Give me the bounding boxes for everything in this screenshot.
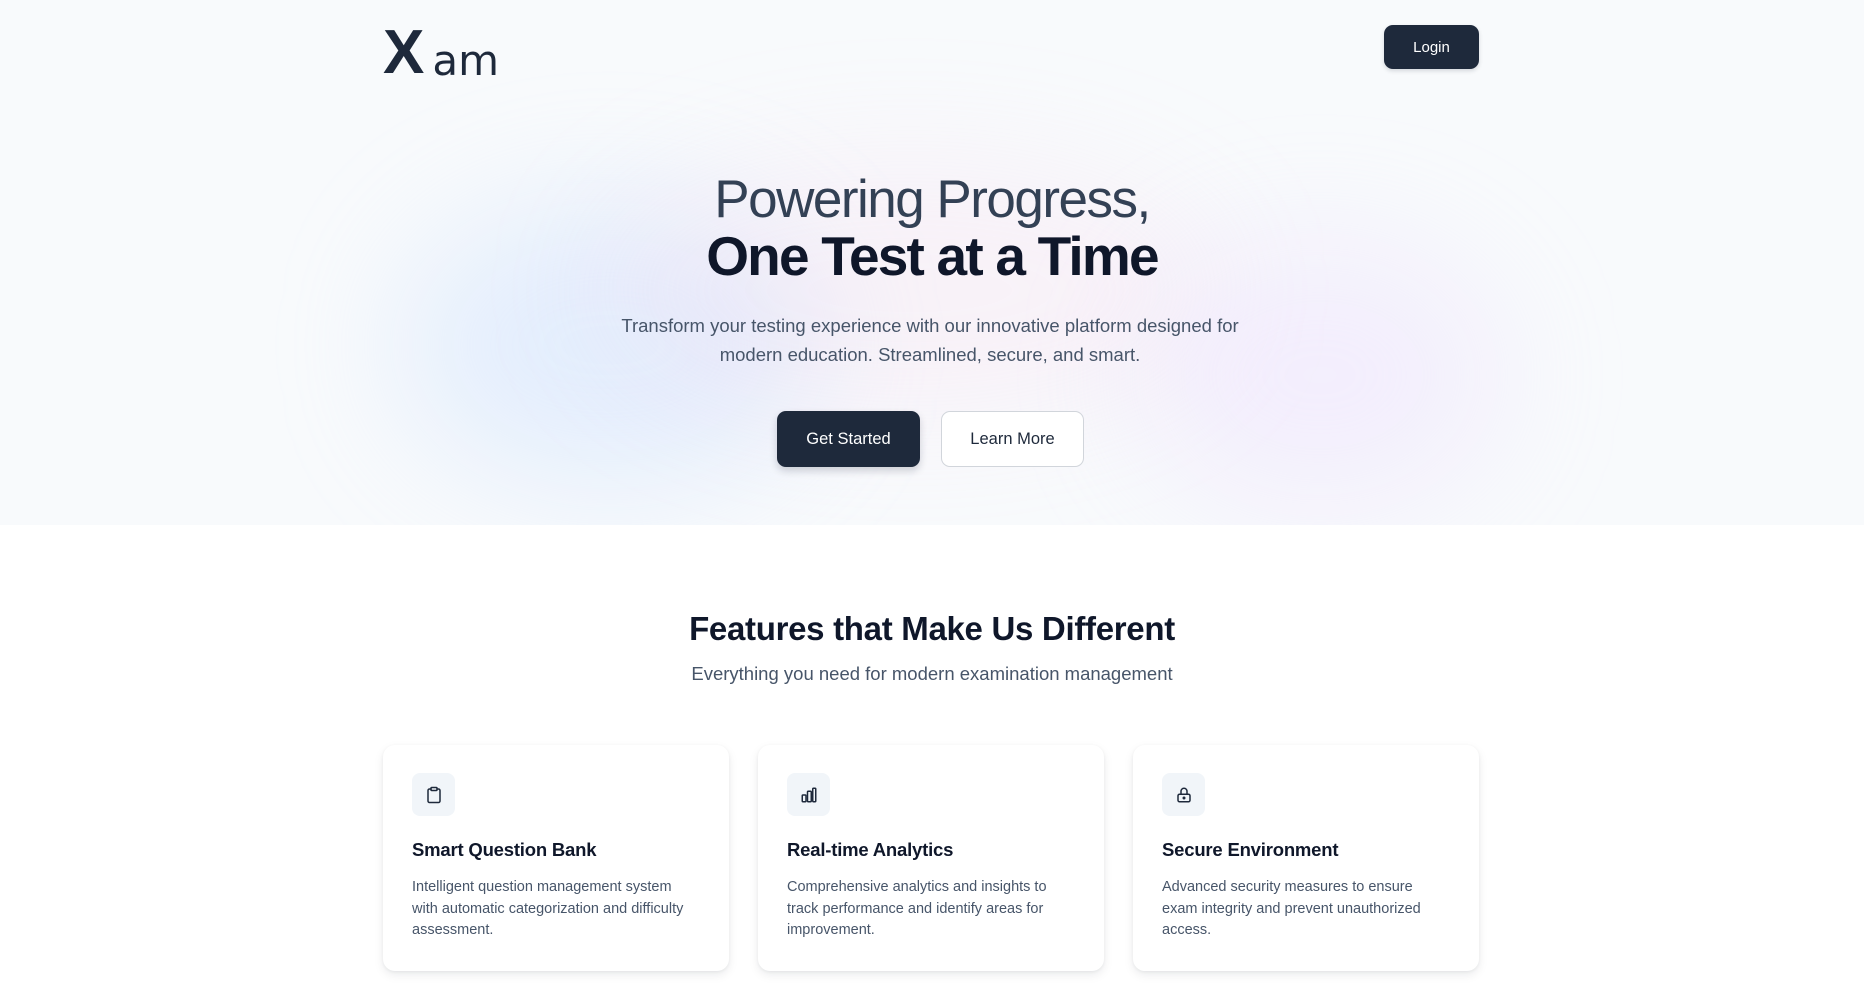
logo-mark: X (383, 18, 425, 87)
top-nav: X am Login (383, 18, 1479, 87)
logo[interactable]: X am (383, 18, 500, 87)
feature-card-description: Intelligent question management system w… (412, 879, 684, 938)
feature-card-description: Advanced security measures to ensure exa… (1162, 879, 1421, 938)
features-subtitle: Everything you need for modern examinati… (691, 663, 1173, 684)
logo-text: am (432, 36, 500, 85)
get-started-button[interactable]: Get Started (777, 411, 920, 467)
feature-card-title: Secure Environment (1162, 839, 1339, 860)
hero-title-line1: Powering Progress, (714, 170, 1151, 229)
bar-chart-icon (787, 773, 830, 816)
feature-cards: Smart Question Bank Intelligent question… (383, 745, 1479, 971)
hero-title: Powering Progress, One Test at a Time (0, 170, 1864, 287)
learn-more-button[interactable]: Learn More (941, 411, 1084, 467)
features-title: Features that Make Us Different (689, 610, 1175, 647)
hero-section: X am Login Powering Progress, One Test a… (0, 0, 1864, 525)
feature-card-description: Comprehensive analytics and insights to … (787, 879, 1047, 938)
feature-card-question-bank: Smart Question Bank Intelligent question… (383, 745, 729, 971)
lock-icon (1162, 773, 1205, 816)
login-button[interactable]: Login (1384, 25, 1479, 69)
feature-card-title: Real-time Analytics (787, 839, 954, 860)
hero-title-line2: One Test at a Time (706, 225, 1159, 287)
feature-card-analytics: Real-time Analytics Comprehensive analyt… (758, 745, 1104, 971)
feature-card-security: Secure Environment Advanced security mea… (1133, 745, 1479, 971)
hero-subtitle: Transform your testing experience with o… (621, 315, 1239, 365)
clipboard-icon (412, 773, 455, 816)
feature-card-title: Smart Question Bank (412, 839, 597, 860)
